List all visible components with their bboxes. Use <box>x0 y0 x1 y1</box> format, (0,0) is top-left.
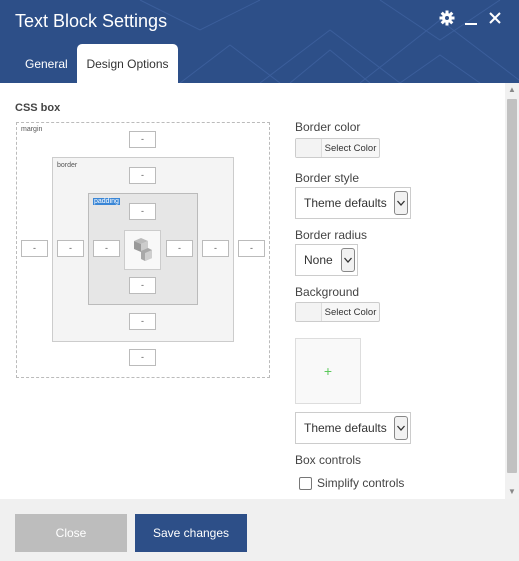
border-radius-value: None <box>304 253 333 267</box>
minimize-icon[interactable] <box>464 10 482 28</box>
simplify-controls-label[interactable]: Simplify controls <box>317 476 404 490</box>
margin-left-input[interactable]: - <box>21 240 48 257</box>
border-style-label: Border style <box>295 171 360 185</box>
background-label: Background <box>295 285 360 299</box>
margin-right-input[interactable]: - <box>238 240 265 257</box>
border-left-input[interactable]: - <box>57 240 84 257</box>
padding-bottom-input[interactable]: - <box>129 277 156 294</box>
tab-general[interactable]: General <box>15 44 77 83</box>
border-bottom-input[interactable]: - <box>129 313 156 330</box>
border-color-picker[interactable]: Select Color <box>295 138 380 158</box>
border-color-swatch <box>296 139 322 157</box>
dialog-footer: Close Save changes <box>0 499 519 561</box>
border-label: border <box>57 162 78 169</box>
simplify-controls-checkbox[interactable] <box>299 477 312 490</box>
border-top-input[interactable]: - <box>129 167 156 184</box>
css-box-heading: CSS box <box>15 102 61 114</box>
scroll-up-icon[interactable]: ▲ <box>505 83 519 97</box>
border-style-select[interactable]: Theme defaults <box>295 187 411 219</box>
scroll-thumb[interactable] <box>507 99 517 473</box>
background-style-value: Theme defaults <box>304 421 387 435</box>
save-changes-button[interactable]: Save changes <box>135 514 247 552</box>
border-right-input[interactable]: - <box>202 240 229 257</box>
tab-design-options[interactable]: Design Options <box>77 44 178 83</box>
dialog-title: Text Block Settings <box>15 11 168 31</box>
chevron-down-icon <box>341 248 355 272</box>
chevron-down-icon <box>394 416 408 440</box>
margin-label: margin <box>21 126 43 133</box>
padding-label: padding <box>93 198 120 205</box>
background-color-picker[interactable]: Select Color <box>295 302 380 322</box>
background-style-select[interactable]: Theme defaults <box>295 412 411 444</box>
border-select-color-label: Select Color <box>324 142 377 154</box>
background-select-color-label: Select Color <box>324 306 377 318</box>
padding-right-input[interactable]: - <box>166 240 193 257</box>
gear-icon[interactable] <box>439 10 457 28</box>
scroll-down-icon[interactable]: ▼ <box>505 485 519 499</box>
margin-top-input[interactable]: - <box>129 131 156 148</box>
close-icon[interactable] <box>488 10 506 28</box>
border-radius-label: Border radius <box>295 228 368 242</box>
builder-logo-icon <box>124 230 161 270</box>
plus-icon: + <box>323 363 333 379</box>
close-button[interactable]: Close <box>15 514 127 552</box>
padding-top-input[interactable]: - <box>129 203 156 220</box>
settings-dialog: Text Block Settings General Design Optio… <box>0 0 519 561</box>
chevron-down-icon <box>394 191 408 215</box>
vertical-scrollbar[interactable]: ▲ ▼ <box>505 83 519 499</box>
background-color-swatch <box>296 303 322 321</box>
dialog-header: Text Block Settings General Design Optio… <box>0 0 519 83</box>
box-controls-label: Box controls <box>295 453 362 467</box>
border-style-value: Theme defaults <box>304 196 387 210</box>
design-options-panel: CSS box margin border padding - - - - - … <box>0 83 505 499</box>
margin-bottom-input[interactable]: - <box>129 349 156 366</box>
padding-left-input[interactable]: - <box>93 240 120 257</box>
border-color-label: Border color <box>295 120 361 134</box>
border-radius-select[interactable]: None <box>295 244 358 276</box>
background-image-picker[interactable]: + <box>295 338 361 404</box>
